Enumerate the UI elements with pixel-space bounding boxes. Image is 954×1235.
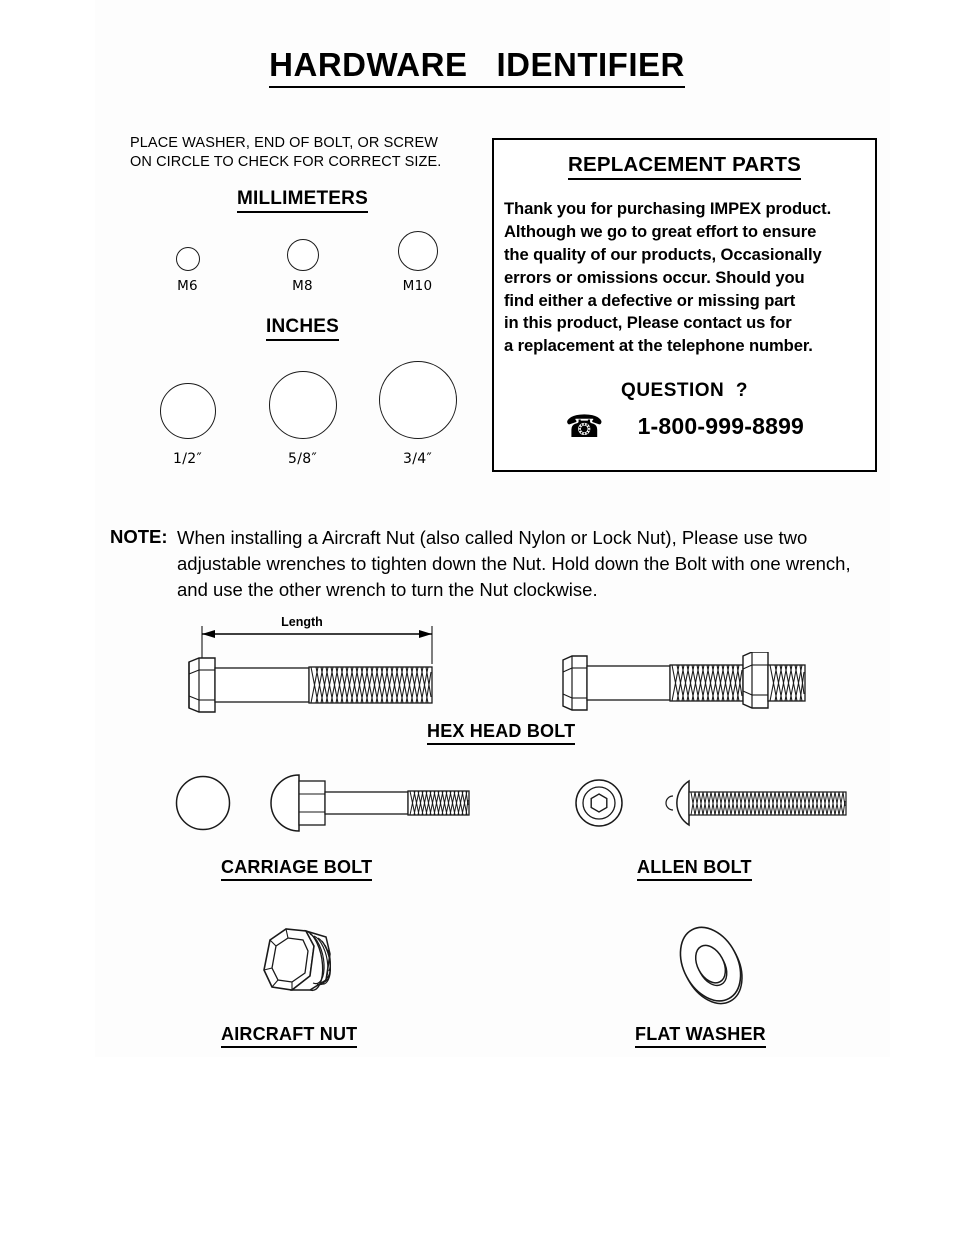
replacement-parts-body: Thank you for purchasing IMPEX product. … [504, 199, 832, 356]
figure-label-flat-washer: FLAT WASHER [635, 1024, 766, 1048]
hex-head-bolt-drawing: Length [188, 615, 433, 713]
gauge-label-half-inch: 1/2″ [173, 451, 202, 468]
gauge-circle-three-quarter-inch[interactable] [378, 361, 457, 440]
figure-hex-head-bolt-left: Length [185, 612, 450, 722]
question-prompt: QUESTION ? [621, 380, 748, 402]
gauge-circle-half-inch[interactable] [159, 383, 216, 440]
figure-label-allen-bolt: ALLEN BOLT [637, 857, 752, 881]
figure-label-aircraft-nut: AIRCRAFT NUT [221, 1024, 358, 1048]
gauge-label-m8: M8 [292, 278, 313, 295]
figure-hex-head-bolt-with-nut [560, 651, 815, 719]
figure-carriage-bolt [172, 772, 472, 839]
figure-allen-bolt [573, 778, 848, 838]
page-title: HARDWARE IDENTIFIER [269, 47, 685, 88]
allen-bolt-drawing [575, 779, 847, 827]
figure-label-aircraft-nut-text: AIRCRAFT NUT [221, 1024, 358, 1048]
figure-flat-washer [668, 922, 754, 1013]
figure-label-hex-head-bolt-text: HEX HEAD BOLT [427, 721, 576, 745]
millimeters-heading-text: MILLIMETERS [237, 188, 368, 214]
phone-line: ☎ 1-800-999-8899 [494, 411, 875, 442]
replacement-parts-heading: REPLACEMENT PARTS [494, 153, 875, 180]
replacement-parts-box: REPLACEMENT PARTS Thank you for purchasi… [492, 138, 877, 472]
note-text: When installing a Aircraft Nut (also cal… [177, 526, 851, 601]
figure-label-flat-washer-text: FLAT WASHER [635, 1024, 766, 1048]
note-label: NOTE: [110, 526, 168, 547]
figure-label-allen-bolt-text: ALLEN BOLT [637, 857, 752, 881]
replacement-parts-heading-text: REPLACEMENT PARTS [567, 153, 802, 180]
figure-label-hex-head-bolt: HEX HEAD BOLT [427, 721, 576, 745]
gauge-size-three-quarter-inch[interactable]: 3/4″ [366, 361, 470, 467]
gauge-label-m6: M6 [177, 278, 198, 295]
gauge-circle-m10[interactable] [397, 231, 438, 272]
length-dimension-label: Length [281, 615, 323, 629]
figure-label-carriage-bolt-text: CARRIAGE BOLT [221, 857, 373, 881]
gauge-size-m8[interactable]: M8 [251, 239, 355, 294]
gauge-label-five-eighths-inch: 5/8″ [288, 451, 317, 468]
inches-heading: INCHES [130, 316, 475, 342]
gauge-label-m10: M10 [402, 278, 433, 295]
gauge-size-m6[interactable]: M6 [136, 247, 240, 294]
gauge-instructions: PLACE WASHER, END OF BOLT, OR SCREW ON C… [130, 135, 442, 171]
flat-washer-drawing [679, 926, 743, 1005]
millimeters-heading: MILLIMETERS [130, 188, 475, 214]
inches-heading-text: INCHES [266, 316, 339, 342]
telephone-icon: ☎ [564, 409, 604, 445]
inch-circle-row: 1/2″ 5/8″ 3/4″ [130, 361, 475, 467]
page-title-container: HARDWARE IDENTIFIER [0, 47, 954, 88]
support-phone-number: 1-800-999-8899 [637, 413, 805, 440]
figure-label-carriage-bolt: CARRIAGE BOLT [221, 857, 373, 881]
gauge-size-m10[interactable]: M10 [366, 231, 470, 294]
gauge-size-five-eighths-inch[interactable]: 5/8″ [251, 371, 355, 467]
aircraft-nut-drawing [263, 928, 332, 992]
size-gauge: PLACE WASHER, END OF BOLT, OR SCREW ON C… [130, 134, 475, 467]
carriage-bolt-head-top-view [175, 775, 231, 831]
gauge-circle-m8[interactable] [286, 239, 319, 272]
metric-circle-row: M6 M8 M10 [130, 231, 475, 294]
gauge-circle-m6[interactable] [175, 247, 200, 272]
gauge-size-half-inch[interactable]: 1/2″ [136, 383, 240, 467]
hex-head-bolt-with-nut-drawing [562, 651, 806, 711]
gauge-circle-five-eighths-inch[interactable] [268, 371, 337, 440]
gauge-label-three-quarter-inch: 3/4″ [403, 451, 432, 468]
hex-socket-icon [590, 793, 608, 813]
figure-aircraft-nut [252, 918, 344, 1013]
carriage-bolt-drawing [175, 774, 470, 832]
installation-note: NOTE: When installing a Aircraft Nut (al… [110, 524, 885, 604]
